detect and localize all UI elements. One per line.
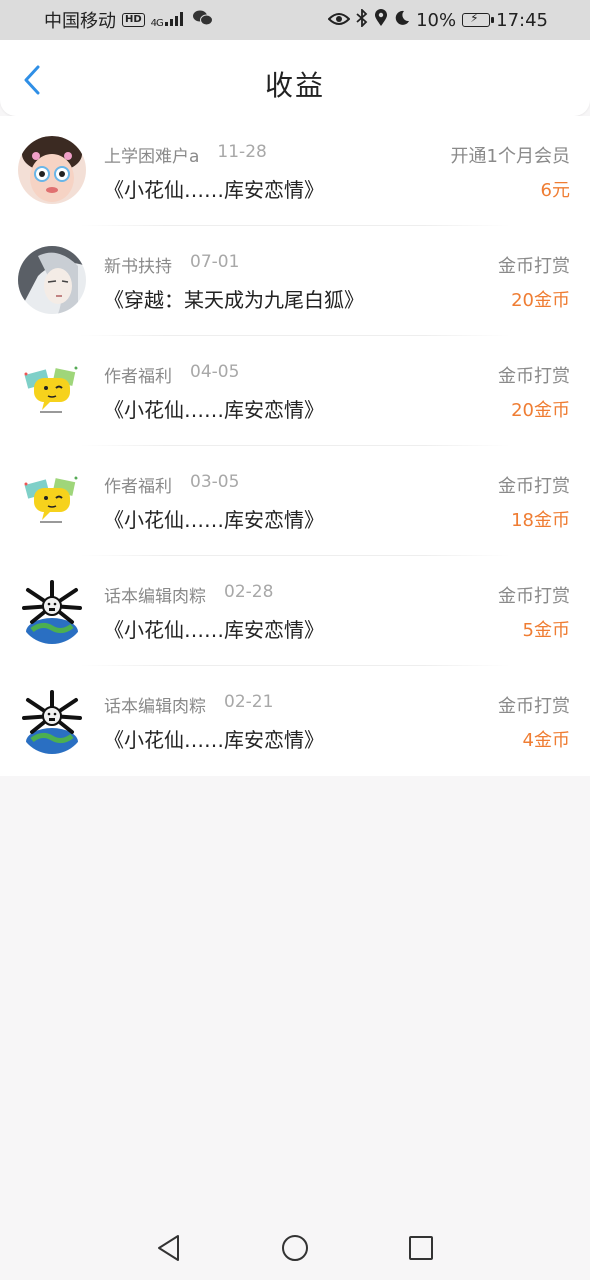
signal-icon: 4G bbox=[150, 11, 187, 29]
record-date: 11-28 bbox=[217, 142, 267, 162]
book-title: 《小花仙……库安恋情》 bbox=[104, 618, 324, 642]
row-meta: 新书扶持 07-01 bbox=[104, 252, 239, 277]
battery-charging-icon: ⚡ bbox=[462, 11, 495, 27]
system-nav-bar bbox=[0, 1216, 590, 1280]
top-app-bar: 收益 bbox=[0, 40, 590, 116]
sender-name: 作者福利 bbox=[104, 477, 172, 497]
status-left: 中国移动 HD 4G bbox=[44, 7, 213, 33]
clock-time: 17:45 bbox=[496, 9, 548, 31]
carrier-name: 中国移动 bbox=[44, 11, 116, 32]
row-meta: 作者福利 03-05 bbox=[104, 472, 239, 497]
chat-bubble-avatar[interactable] bbox=[18, 466, 86, 534]
earning-type: 金币打赏 bbox=[498, 366, 570, 387]
hd-badge: HD bbox=[122, 13, 145, 27]
sender-name: 作者福利 bbox=[104, 367, 172, 387]
book-title: 《小花仙……库安恋情》 bbox=[104, 398, 324, 422]
earning-type: 金币打赏 bbox=[498, 476, 570, 497]
record-date: 02-28 bbox=[224, 582, 274, 602]
earnings-row[interactable]: 话本编辑肉粽 02-21 《小花仙……库安恋情》 金币打赏 4金币 bbox=[0, 666, 590, 776]
row-meta: 话本编辑肉粽 02-28 bbox=[104, 582, 273, 607]
sender-name: 新书扶持 bbox=[104, 257, 172, 277]
eye-icon bbox=[327, 10, 351, 31]
moon-icon bbox=[394, 10, 410, 31]
book-title: 《小花仙……库安恋情》 bbox=[104, 728, 324, 752]
battery-percent: 10% bbox=[416, 9, 457, 31]
network-type: 4G bbox=[150, 17, 164, 29]
bluetooth-icon bbox=[356, 7, 368, 32]
earning-amount: 4金币 bbox=[522, 730, 570, 751]
status-right: 10% ⚡ 17:45 bbox=[327, 7, 548, 32]
chat-bubble-avatar[interactable] bbox=[18, 356, 86, 424]
row-meta: 上学困难户a 11-28 bbox=[104, 142, 267, 167]
status-bar: 中国移动 HD 4G 10% ⚡ 17:45 bbox=[0, 0, 590, 40]
triangle-back-icon bbox=[158, 1235, 179, 1261]
sender-name: 上学困难户a bbox=[104, 147, 200, 167]
record-date: 04-05 bbox=[190, 362, 240, 382]
row-meta: 作者福利 04-05 bbox=[104, 362, 239, 387]
earning-amount: 6元 bbox=[540, 180, 570, 201]
circle-home-icon bbox=[282, 1235, 308, 1261]
earnings-list: 上学困难户a 11-28 《小花仙……库安恋情》 开通1个月会员 6元 新书扶持… bbox=[0, 116, 590, 776]
nav-home-button[interactable] bbox=[280, 1233, 310, 1263]
anime-avatar[interactable] bbox=[18, 246, 86, 314]
earning-type: 开通1个月会员 bbox=[450, 146, 570, 167]
page-title: 收益 bbox=[264, 69, 325, 102]
earnings-row[interactable]: 上学困难户a 11-28 《小花仙……库安恋情》 开通1个月会员 6元 bbox=[0, 116, 590, 226]
nav-back-button[interactable] bbox=[154, 1233, 184, 1263]
square-recents-icon bbox=[409, 1236, 433, 1260]
earning-amount: 20金币 bbox=[511, 290, 570, 311]
nav-recents-button[interactable] bbox=[406, 1233, 436, 1263]
wechat-icon bbox=[192, 10, 213, 31]
earnings-row[interactable]: 话本编辑肉粽 02-28 《小花仙……库安恋情》 金币打赏 5金币 bbox=[0, 556, 590, 666]
earning-amount: 20金币 bbox=[511, 400, 570, 421]
earning-amount: 18金币 bbox=[511, 510, 570, 531]
earnings-row[interactable]: 新书扶持 07-01 《穿越：某天成为九尾白狐》 金币打赏 20金币 bbox=[0, 226, 590, 336]
book-title: 《小花仙……库安恋情》 bbox=[104, 508, 324, 532]
earnings-row[interactable]: 作者福利 04-05 《小花仙……库安恋情》 金币打赏 20金币 bbox=[0, 336, 590, 446]
sender-name: 话本编辑肉粽 bbox=[104, 697, 206, 717]
earnings-row[interactable]: 作者福利 03-05 《小花仙……库安恋情》 金币打赏 18金币 bbox=[0, 446, 590, 556]
globe-avatar[interactable] bbox=[18, 576, 86, 644]
location-icon bbox=[374, 8, 388, 32]
book-title: 《小花仙……库安恋情》 bbox=[104, 178, 324, 202]
book-title: 《穿越：某天成为九尾白狐》 bbox=[104, 288, 364, 312]
row-meta: 话本编辑肉粽 02-21 bbox=[104, 692, 273, 717]
earning-type: 金币打赏 bbox=[498, 256, 570, 277]
earning-type: 金币打赏 bbox=[498, 696, 570, 717]
earning-amount: 5金币 bbox=[522, 620, 570, 641]
globe-avatar[interactable] bbox=[18, 686, 86, 754]
sender-name: 话本编辑肉粽 bbox=[104, 587, 206, 607]
record-date: 07-01 bbox=[190, 252, 240, 272]
earning-type: 金币打赏 bbox=[498, 586, 570, 607]
record-date: 03-05 bbox=[190, 472, 240, 492]
girl-avatar[interactable] bbox=[18, 136, 86, 204]
record-date: 02-21 bbox=[224, 692, 274, 712]
